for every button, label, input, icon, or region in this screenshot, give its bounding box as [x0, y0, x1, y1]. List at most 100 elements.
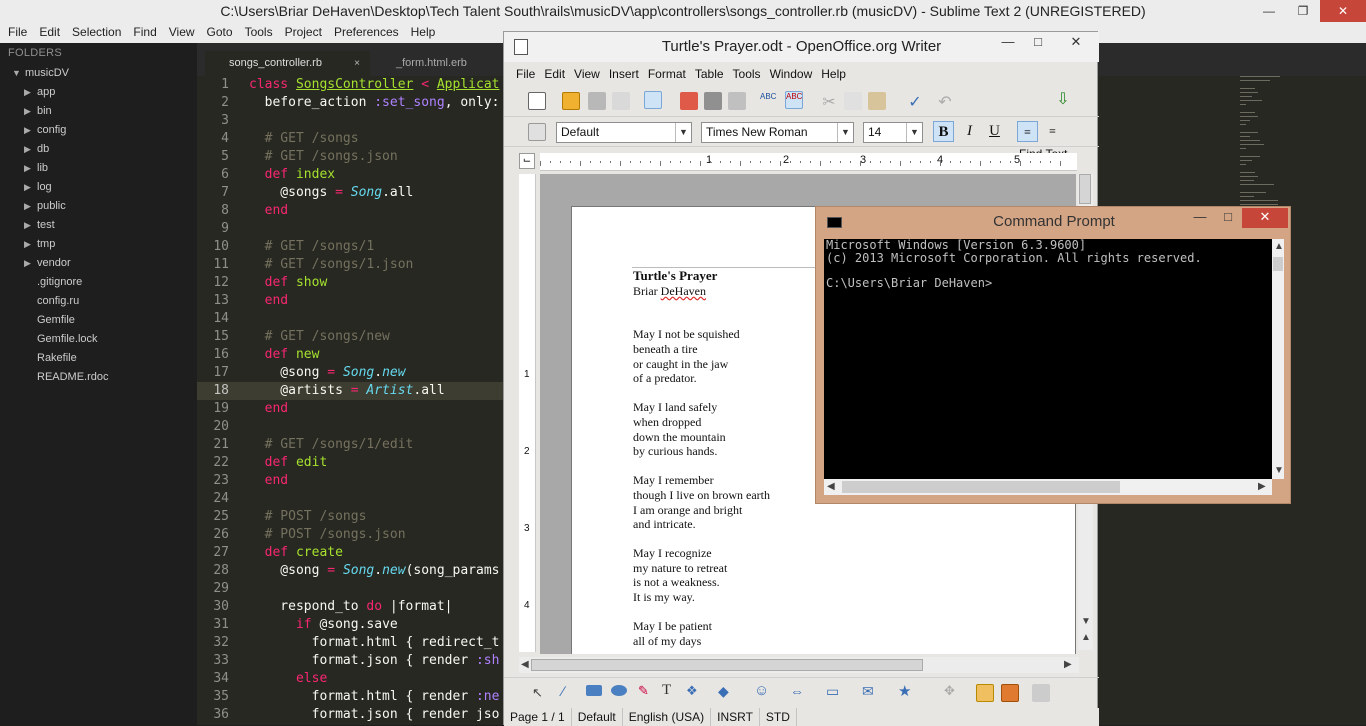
code-editor[interactable]: class SongsController < Applicat before_…: [243, 76, 505, 725]
close-button[interactable]: ✕: [1320, 0, 1366, 22]
menu-help[interactable]: Help: [817, 63, 851, 85]
menu-tools[interactable]: Tools: [729, 63, 766, 85]
code-line[interactable]: [243, 310, 505, 328]
code-line[interactable]: @artists = Artist.all: [243, 382, 505, 400]
tree-folder-vendor[interactable]: ▶ vendor: [0, 254, 197, 273]
code-line[interactable]: end: [243, 202, 505, 220]
extrusion-icon[interactable]: [1032, 684, 1050, 702]
code-line[interactable]: # GET /songs/1: [243, 238, 505, 256]
align-left-button[interactable]: ≡: [1017, 121, 1038, 142]
horizontal-scrollbar[interactable]: ◀ ▶: [824, 479, 1272, 495]
italic-button[interactable]: I: [959, 121, 980, 142]
sublime-titlebar[interactable]: C:\Users\Briar DeHaven\Desktop\Tech Tale…: [0, 0, 1366, 22]
scroll-right-icon[interactable]: ▶: [1064, 659, 1072, 670]
tree-file[interactable]: config.ru: [0, 292, 197, 311]
tree-folder-bin[interactable]: ▶ bin: [0, 102, 197, 121]
code-line[interactable]: [243, 112, 505, 130]
code-line[interactable]: respond_to do |format|: [243, 598, 505, 616]
tree-folder-test[interactable]: ▶ test: [0, 216, 197, 235]
horizontal-scrollbar[interactable]: ◀ ▶: [519, 657, 1079, 673]
maximize-button[interactable]: ❐: [1286, 0, 1320, 22]
align-center-button[interactable]: ≡: [1042, 121, 1063, 142]
code-line[interactable]: # GET /songs/1/edit: [243, 436, 505, 454]
symbol-shapes-icon[interactable]: ☺: [754, 682, 769, 699]
from-file-icon[interactable]: [1001, 684, 1019, 702]
code-line[interactable]: # POST /songs.json: [243, 526, 505, 544]
scroll-up-icon[interactable]: ▲: [1274, 241, 1284, 252]
cut-icon[interactable]: ✂: [820, 92, 838, 111]
tree-file[interactable]: Rakefile: [0, 349, 197, 368]
code-line[interactable]: def edit: [243, 454, 505, 472]
scroll-thumb[interactable]: [1079, 174, 1091, 204]
code-line[interactable]: def show: [243, 274, 505, 292]
collapsed-arrow-icon[interactable]: ▶: [24, 216, 31, 235]
font-name-select[interactable]: Times New Roman ▼: [701, 122, 854, 143]
new-document-icon[interactable]: [528, 92, 546, 110]
export-pdf-icon[interactable]: [680, 92, 698, 110]
menu-project[interactable]: Project: [279, 22, 328, 43]
menu-table[interactable]: Table: [691, 63, 729, 85]
writer-titlebar[interactable]: Turtle's Prayer.odt - OpenOffice.org Wri…: [504, 32, 1099, 62]
auto-spellcheck-icon[interactable]: ABC: [785, 91, 803, 109]
cmd-titlebar[interactable]: Command Prompt — □ ✕: [816, 207, 1292, 237]
copy-icon[interactable]: [844, 92, 862, 110]
code-line[interactable]: format.html { render :ne: [243, 688, 505, 706]
code-line[interactable]: format.json { render jso: [243, 706, 505, 724]
vertical-ruler[interactable]: 1 2 3 4: [519, 174, 536, 652]
menu-selection[interactable]: Selection: [66, 22, 127, 43]
page-preview-icon[interactable]: [728, 92, 746, 110]
status-field[interactable]: Page 1 / 1: [504, 708, 572, 726]
tree-root-folder[interactable]: ▼ musicDV: [0, 64, 197, 83]
tree-folder-public[interactable]: ▶ public: [0, 197, 197, 216]
expanded-arrow-icon[interactable]: ▼: [12, 64, 21, 83]
code-line[interactable]: def index: [243, 166, 505, 184]
code-line[interactable]: [243, 490, 505, 508]
menu-tools[interactable]: Tools: [239, 22, 279, 43]
prev-page-icon[interactable]: ▲: [1081, 632, 1091, 643]
stars-icon[interactable]: ★: [898, 682, 911, 700]
rectangle-tool-icon[interactable]: [586, 685, 602, 696]
menu-preferences[interactable]: Preferences: [328, 22, 405, 43]
block-arrows-icon[interactable]: ⇔: [790, 683, 804, 699]
minimize-button[interactable]: —: [1186, 208, 1214, 228]
code-line[interactable]: end: [243, 400, 505, 418]
update-download-icon[interactable]: ⇩: [1054, 89, 1072, 108]
save-icon[interactable]: [588, 92, 606, 110]
tree-folder-lib[interactable]: ▶ lib: [0, 159, 197, 178]
maximize-button[interactable]: □: [1023, 32, 1053, 54]
code-line[interactable]: @song = Song.new(song_params: [243, 562, 505, 580]
spellcheck-icon[interactable]: ABC: [760, 92, 778, 110]
menu-file[interactable]: File: [512, 63, 540, 85]
minimize-button[interactable]: —: [1252, 0, 1286, 22]
print-icon[interactable]: [704, 92, 722, 110]
menu-view[interactable]: View: [570, 63, 605, 85]
code-line[interactable]: # GET /songs/new: [243, 328, 505, 346]
tree-file[interactable]: README.rdoc: [0, 368, 197, 387]
clone-formatting-icon[interactable]: ✓: [906, 92, 924, 111]
close-button[interactable]: ✕: [1053, 32, 1099, 54]
menu-window[interactable]: Window: [766, 63, 818, 85]
collapsed-arrow-icon[interactable]: ▶: [24, 159, 31, 178]
tree-file[interactable]: Gemfile: [0, 311, 197, 330]
underline-button[interactable]: U: [984, 121, 1005, 142]
menu-help[interactable]: Help: [405, 22, 442, 43]
vertical-scrollbar[interactable]: ▲ ▼: [1272, 239, 1284, 479]
scroll-left-icon[interactable]: ◀: [827, 481, 835, 492]
tree-folder-db[interactable]: ▶ db: [0, 140, 197, 159]
menu-goto[interactable]: Goto: [201, 22, 239, 43]
tab-stop-selector[interactable]: ⌙: [519, 153, 535, 169]
fontwork-gallery-icon[interactable]: [976, 684, 994, 702]
callouts-icon[interactable]: ✉: [862, 683, 874, 700]
scroll-thumb[interactable]: [1273, 257, 1283, 271]
code-line[interactable]: end: [243, 292, 505, 310]
menu-view[interactable]: View: [163, 22, 201, 43]
tree-folder-config[interactable]: ▶ config: [0, 121, 197, 140]
code-line[interactable]: # GET /songs.json: [243, 148, 505, 166]
menu-file[interactable]: File: [2, 22, 33, 43]
menu-format[interactable]: Format: [644, 63, 691, 85]
edit-file-icon[interactable]: [644, 91, 662, 109]
freeform-tool-icon[interactable]: ✎: [638, 683, 649, 699]
code-line[interactable]: def new: [243, 346, 505, 364]
code-line[interactable]: format.json { render :sh: [243, 652, 505, 670]
collapsed-arrow-icon[interactable]: ▶: [24, 178, 31, 197]
